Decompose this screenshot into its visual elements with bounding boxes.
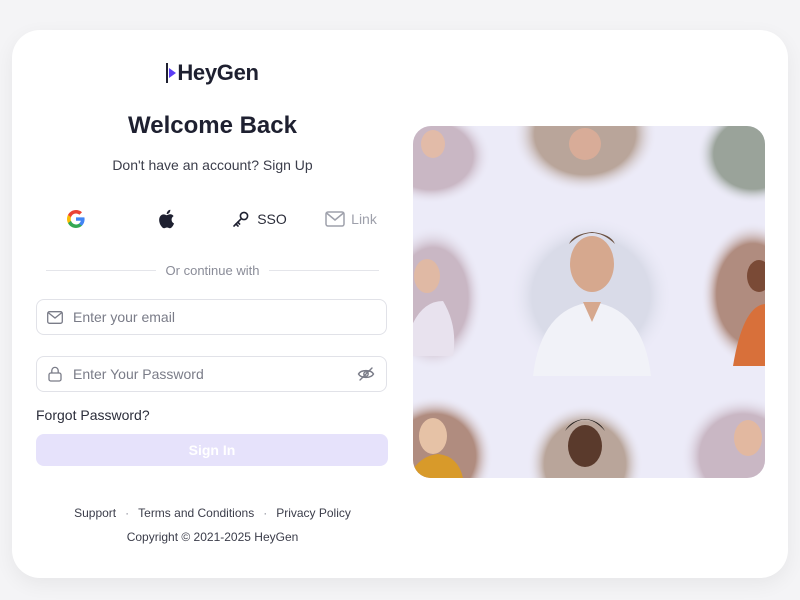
copyright: Copyright © 2021-2025 HeyGen <box>126 530 299 544</box>
privacy-link[interactable]: Privacy Policy <box>276 506 351 520</box>
brand-logo: HeyGen <box>36 58 389 88</box>
mail-icon <box>37 310 73 324</box>
play-triangle-icon <box>166 63 177 83</box>
link-label: Link <box>351 211 377 227</box>
sso-login-button[interactable]: SSO <box>224 204 294 234</box>
password-field[interactable] <box>36 356 387 392</box>
link-login-button[interactable]: Link <box>316 204 386 234</box>
eye-off-icon[interactable] <box>346 366 386 382</box>
apple-icon <box>157 209 175 229</box>
sso-label: SSO <box>257 211 287 227</box>
signup-link[interactable]: Don't have an account? Sign Up <box>112 157 312 173</box>
mail-icon <box>325 211 345 227</box>
auth-providers: SSO Link <box>36 204 389 234</box>
login-card: HeyGen Welcome Back Don't have an accoun… <box>12 30 788 578</box>
avatar-collage-image <box>413 126 765 478</box>
divider-line <box>46 269 156 271</box>
divider-text: Or continue with <box>165 262 260 278</box>
page-title: Welcome Back <box>128 112 297 139</box>
login-panel: HeyGen Welcome Back Don't have an accoun… <box>36 30 389 578</box>
divider: Or continue with <box>46 262 379 278</box>
footer-links: Support · Terms and Conditions · Privacy Pol… <box>36 506 389 520</box>
signup-prompt: Don't have an account? Sign Up <box>36 157 389 173</box>
password-input[interactable] <box>73 357 346 391</box>
terms-link[interactable]: Terms and Conditions <box>138 506 254 520</box>
apple-login-button[interactable] <box>136 204 196 234</box>
separator-dot: · <box>125 506 130 520</box>
separator-dot: · <box>263 506 268 520</box>
brand-name: HeyGen <box>177 60 259 85</box>
sign-in-button[interactable]: Sign In <box>36 434 388 466</box>
forgot-password-link[interactable]: Forgot Password? <box>36 407 150 423</box>
google-icon <box>66 209 86 229</box>
google-login-button[interactable] <box>46 204 106 234</box>
divider-line <box>269 269 379 271</box>
key-icon <box>231 209 251 229</box>
support-link[interactable]: Support <box>74 506 116 520</box>
lock-icon <box>37 366 73 382</box>
email-input[interactable] <box>73 300 386 334</box>
email-field[interactable] <box>36 299 387 335</box>
